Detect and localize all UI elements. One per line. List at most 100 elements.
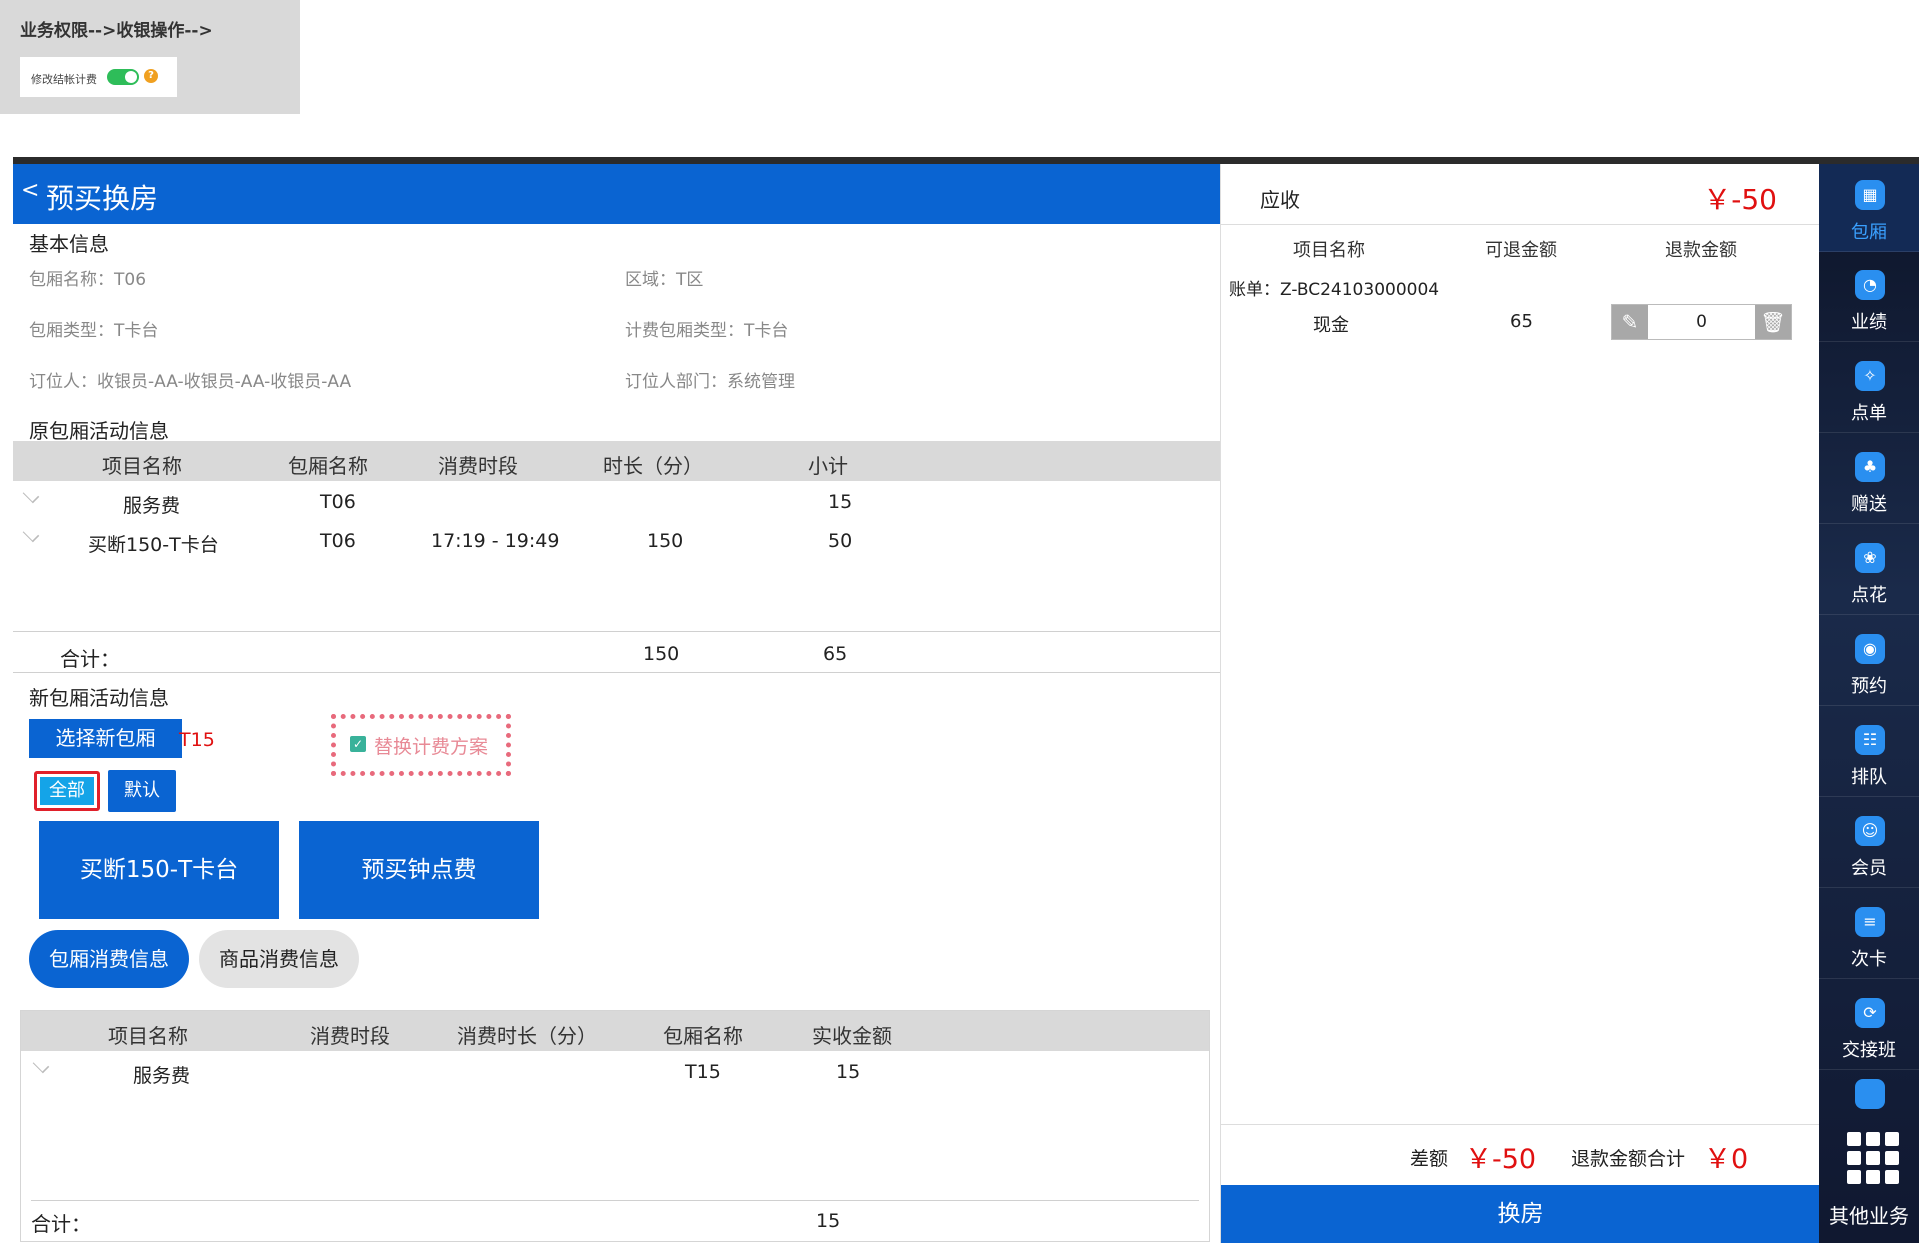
- checkbox-checked-icon[interactable]: ✓: [350, 736, 366, 752]
- new-table-header: 项目名称 消费时段 消费时长（分） 包厢名称 实收金额: [21, 1011, 1209, 1051]
- sidebar-item-label: 赠送: [1851, 494, 1887, 515]
- refund-amount-editor: ✎ 🗑: [1611, 304, 1792, 340]
- orig-table-header: 项目名称 包厢名称 消费时段 时长（分） 小计: [13, 441, 1220, 481]
- permission-breadcrumb: 业务权限-->收银操作-->: [20, 21, 213, 41]
- header-bar: < 预买换房: [13, 164, 1220, 224]
- expand-chevron-icon[interactable]: [22, 525, 40, 543]
- new-room-tag: T15: [179, 729, 215, 751]
- dept-info: 订位人部门：系统管理: [625, 372, 795, 392]
- sidebar-item-label: 业绩: [1851, 312, 1887, 333]
- sidebar-item-label: 交接班: [1842, 1040, 1896, 1061]
- sidebar-item-rooms[interactable]: ▦ 包厢: [1819, 164, 1919, 252]
- sidebar-item-label: 会员: [1851, 858, 1887, 879]
- divider: [31, 1200, 1199, 1201]
- plan-buyout-button[interactable]: 买断150-T卡台: [39, 821, 279, 919]
- card-icon: ≡: [1855, 907, 1885, 937]
- sidebar-item-gift[interactable]: ♣ 赠送: [1819, 436, 1919, 524]
- table-cell: 50: [828, 530, 853, 552]
- apps-grid-icon[interactable]: [1847, 1132, 1899, 1184]
- pie-icon: ◔: [1855, 270, 1885, 300]
- sidebar-item-order[interactable]: ✧ 点单: [1819, 345, 1919, 433]
- sidebar-item-member[interactable]: ☺ 会员: [1819, 800, 1919, 888]
- expand-chevron-icon[interactable]: [22, 486, 40, 504]
- select-room-button[interactable]: 选择新包厢: [29, 719, 182, 758]
- refund-total-amount: ￥0: [1704, 1144, 1749, 1175]
- diff-amount: ￥-50: [1465, 1144, 1537, 1175]
- table-cell: 服务费: [133, 1065, 191, 1087]
- filter-all-button[interactable]: 全部: [34, 771, 100, 811]
- divider: [1221, 224, 1820, 225]
- sidebar-item-reservation[interactable]: ◉ 预约: [1819, 618, 1919, 706]
- room-name-info: 包厢名称：T06: [29, 270, 147, 290]
- main-panel: < 预买换房 基本信息 包厢名称：T06 区域：T区 包厢类型：T卡台 计费包厢…: [13, 164, 1220, 1243]
- app-top-border: [13, 157, 1919, 164]
- edit-icon[interactable]: ✎: [1612, 305, 1648, 339]
- diff-label: 差额: [1410, 1148, 1449, 1170]
- refund-total-label: 退款金额合计: [1571, 1148, 1686, 1170]
- gift-icon: ♣: [1855, 452, 1885, 482]
- sidebar-item-label: 预约: [1851, 676, 1887, 697]
- col-item-name: 项目名称: [1293, 240, 1365, 261]
- col-period: 消费时段: [310, 1024, 390, 1048]
- col-period: 消费时段: [438, 454, 518, 478]
- table-cell: T06: [320, 491, 356, 513]
- tab-room-consumption[interactable]: 包厢消费信息: [29, 930, 189, 988]
- other-business-label[interactable]: 其他业务: [1819, 1200, 1919, 1229]
- sidebar-item-partial[interactable]: [1819, 1073, 1919, 1109]
- billing-type-info: 计费包厢类型：T卡台: [625, 321, 789, 341]
- list-icon: [1855, 1079, 1885, 1109]
- col-refundable: 可退金额: [1485, 240, 1557, 261]
- orig-total-label: 合计：: [60, 647, 120, 671]
- sidebar-nav: ▦ 包厢 ◔ 业绩 ✧ 点单 ♣ 赠送 ❀ 点花 ◉ 预约 ☷ 排队 ☺ 会员 …: [1819, 164, 1919, 1243]
- table-cell: 15: [828, 491, 853, 513]
- trash-icon[interactable]: 🗑: [1755, 305, 1791, 339]
- sidebar-item-label: 包厢: [1851, 222, 1887, 243]
- refund-amount-input[interactable]: [1648, 305, 1755, 339]
- filter-all-label: 全部: [40, 777, 94, 805]
- permission-toggle[interactable]: [107, 69, 139, 85]
- filter-default-button[interactable]: 默认: [108, 770, 176, 812]
- col-refund: 退款金额: [1665, 240, 1737, 261]
- refundable-amount: 65: [1510, 311, 1533, 332]
- page-title: 预买换房: [46, 182, 159, 215]
- queue-icon: ☷: [1855, 725, 1885, 755]
- help-icon[interactable]: ?: [144, 69, 158, 83]
- new-consumption-table: 项目名称 消费时段 消费时长（分） 包厢名称 实收金额 服务费 T15 15 合…: [20, 1010, 1210, 1242]
- col-item-name: 项目名称: [102, 454, 182, 478]
- divider: [1221, 1124, 1820, 1125]
- permission-card: 修改结帐计费 ?: [20, 57, 177, 97]
- refund-panel: 应收 ￥-50 项目名称 可退金额 退款金额 账单：Z-BC2410300000…: [1220, 164, 1820, 1243]
- new-total-amount: 15: [816, 1210, 841, 1232]
- member-icon: ☺: [1855, 816, 1885, 846]
- sidebar-item-performance[interactable]: ◔ 业绩: [1819, 254, 1919, 342]
- col-room-name: 包厢名称: [663, 1024, 743, 1048]
- payment-method: 现金: [1313, 315, 1349, 336]
- replace-plan-option[interactable]: ✓ 替换计费方案: [331, 714, 511, 776]
- sidebar-item-label: 点单: [1851, 403, 1887, 424]
- sidebar-item-label: 点花: [1851, 585, 1887, 606]
- shift-icon: ⟳: [1855, 998, 1885, 1028]
- change-room-button[interactable]: 换房: [1221, 1185, 1820, 1243]
- toggle-knob: [125, 71, 137, 83]
- expand-chevron-icon[interactable]: [32, 1056, 50, 1074]
- flower-icon: ❀: [1855, 543, 1885, 573]
- divider: [13, 672, 1220, 673]
- back-icon[interactable]: <: [21, 180, 39, 202]
- orig-total-subtotal: 65: [823, 643, 848, 665]
- tab-goods-consumption[interactable]: 商品消费信息: [199, 930, 359, 988]
- sidebar-item-shift[interactable]: ⟳ 交接班: [1819, 982, 1919, 1070]
- basic-info-title: 基本信息: [29, 232, 109, 256]
- sidebar-item-flower[interactable]: ❀ 点花: [1819, 527, 1919, 615]
- permission-panel: 业务权限-->收银操作--> 修改结帐计费 ?: [0, 0, 300, 114]
- table-cell: 服务费: [123, 495, 181, 517]
- table-cell: 150: [647, 530, 684, 552]
- table-cell: T15: [685, 1061, 721, 1083]
- col-subtotal: 小计: [808, 454, 848, 478]
- receivable-label: 应收: [1260, 188, 1300, 212]
- booker-info: 订位人：收银员-AA-收银员-AA-收银员-AA: [29, 372, 352, 392]
- area-info: 区域：T区: [625, 270, 704, 290]
- plan-hourly-button[interactable]: 预买钟点费: [299, 821, 539, 919]
- sidebar-item-card[interactable]: ≡ 次卡: [1819, 891, 1919, 979]
- bill-number: 账单：Z-BC24103000004: [1229, 280, 1440, 300]
- sidebar-item-queue[interactable]: ☷ 排队: [1819, 709, 1919, 797]
